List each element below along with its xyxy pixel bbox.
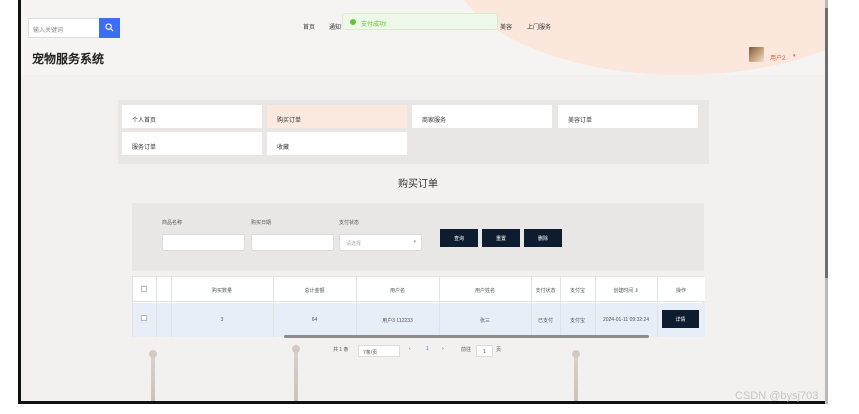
cell-real-name: 张三 <box>479 318 490 324</box>
product-name-label: 商品名称 <box>162 220 183 226</box>
page-size-select[interactable]: 7条/页 <box>358 345 400 357</box>
prev-page-button[interactable]: ‹ <box>409 346 411 352</box>
vertical-scrollbar-thumb[interactable] <box>825 8 828 278</box>
cell-created-time: 2024-01-11 09:32:24 <box>602 317 650 323</box>
toast-message: 支付成功! <box>361 22 387 28</box>
col-pay-status: 支付状态 <box>535 288 556 294</box>
menu-service-orders[interactable]: 服务订单 <box>122 132 262 155</box>
page-suffix: 页 <box>496 347 502 353</box>
goto-page-value: 1 <box>483 349 486 355</box>
column-divider <box>657 277 658 337</box>
page-title: 购买订单 <box>398 179 438 190</box>
payment-status-label: 支付状态 <box>339 220 360 226</box>
user-name[interactable]: 用户2 <box>770 53 785 62</box>
col-username: 用户名 <box>389 288 405 294</box>
cell-quantity: 3 <box>220 317 224 323</box>
detail-button[interactable]: 详情 <box>662 310 699 328</box>
menu-purchase-orders[interactable]: 购买订单 <box>267 105 407 128</box>
select-placeholder: 请选择 <box>346 241 362 247</box>
avatar[interactable] <box>749 47 764 62</box>
col-actions: 操作 <box>675 288 686 294</box>
table-header-row: 购买数量 总计金额 用户名 用户姓名 支付状态 支付宝 创建时间 ⇕ 操作 <box>133 277 705 302</box>
success-toast: 支付成功! <box>342 13 498 30</box>
menu-personal-home[interactable]: 个人首页 <box>122 105 262 128</box>
goto-page-input[interactable]: 1 <box>476 345 493 357</box>
purchase-date-input[interactable] <box>251 234 334 251</box>
category-panel: 个人首页 购买订单 商家服务 美容订单 服务订单 收藏 <box>118 100 709 164</box>
goto-label: 前往 <box>461 347 472 353</box>
nav-notice[interactable]: 通知 <box>329 22 341 31</box>
chevron-down-icon: ▾ <box>413 239 416 245</box>
site-title: 宠物服务系统 <box>32 52 105 66</box>
menu-beauty-orders[interactable]: 美容订单 <box>558 105 698 128</box>
success-check-icon <box>350 19 356 25</box>
search-icon <box>105 23 114 32</box>
column-divider <box>595 277 596 337</box>
col-real-name: 用户姓名 <box>474 288 495 294</box>
delete-button[interactable]: 删除 <box>524 229 562 247</box>
orders-table: 购买数量 总计金额 用户名 用户姓名 支付状态 支付宝 创建时间 ⇕ 操作 3 … <box>132 276 705 337</box>
menu-merchant-service[interactable]: 商家服务 <box>412 105 552 128</box>
page-size-value: 7条/页 <box>363 350 378 356</box>
cell-pay-method: 支付宝 <box>569 318 585 324</box>
query-button[interactable]: 查询 <box>440 229 478 247</box>
watermark: CSDN @bysj703 <box>735 390 819 402</box>
column-divider <box>531 277 532 337</box>
background-tower <box>572 350 580 401</box>
search-button[interactable] <box>99 18 120 38</box>
window-bottom-edge <box>18 401 826 404</box>
col-quantity: 购买数量 <box>211 288 232 294</box>
column-divider <box>171 277 172 337</box>
nav-home[interactable]: 首页 <box>303 22 315 31</box>
nav-beauty[interactable]: 美容 <box>500 22 512 31</box>
cell-total: 64 <box>311 317 318 323</box>
row-checkbox[interactable] <box>141 315 147 321</box>
cell-username: 用户3 112233 <box>382 318 413 324</box>
column-divider <box>156 277 157 337</box>
total-count: 共 1 条 <box>333 347 349 353</box>
product-name-input[interactable] <box>162 234 245 251</box>
purchase-date-label: 购买日期 <box>251 220 272 226</box>
col-total: 总计金额 <box>304 288 325 294</box>
nav-home-service[interactable]: 上门服务 <box>527 22 551 31</box>
app-page: 输入关键词 首页 通知 美容 上门服务 支付成功! 宠物服务系统 用户2 ▾ 个… <box>21 0 825 401</box>
select-all-checkbox[interactable] <box>141 286 147 292</box>
column-divider <box>439 277 440 337</box>
table-row: 3 64 用户3 112233 张三 已支付 支付宝 2024-01-11 09… <box>133 303 705 337</box>
table-horizontal-scrollbar[interactable] <box>284 335 649 338</box>
column-divider <box>560 277 561 337</box>
reset-button[interactable]: 重置 <box>482 229 520 247</box>
col-pay-method: 支付宝 <box>569 288 585 294</box>
page-number-current[interactable]: 1 <box>426 346 429 352</box>
menu-favorites[interactable]: 收藏 <box>267 132 407 155</box>
chevron-down-icon[interactable]: ▾ <box>793 53 796 59</box>
filter-panel: 商品名称 购买日期 支付状态 请选择 ▾ 查询 重置 删除 <box>132 203 704 271</box>
column-divider <box>356 277 357 337</box>
column-divider <box>273 277 274 337</box>
cell-pay-status: 已支付 <box>537 318 553 324</box>
payment-status-select[interactable]: 请选择 ▾ <box>339 234 422 251</box>
col-created-time[interactable]: 创建时间 ⇕ <box>595 287 657 294</box>
background-tower <box>292 345 300 401</box>
next-page-button[interactable]: › <box>442 346 444 352</box>
background-tower <box>149 350 157 401</box>
search-input[interactable]: 输入关键词 <box>28 18 99 38</box>
